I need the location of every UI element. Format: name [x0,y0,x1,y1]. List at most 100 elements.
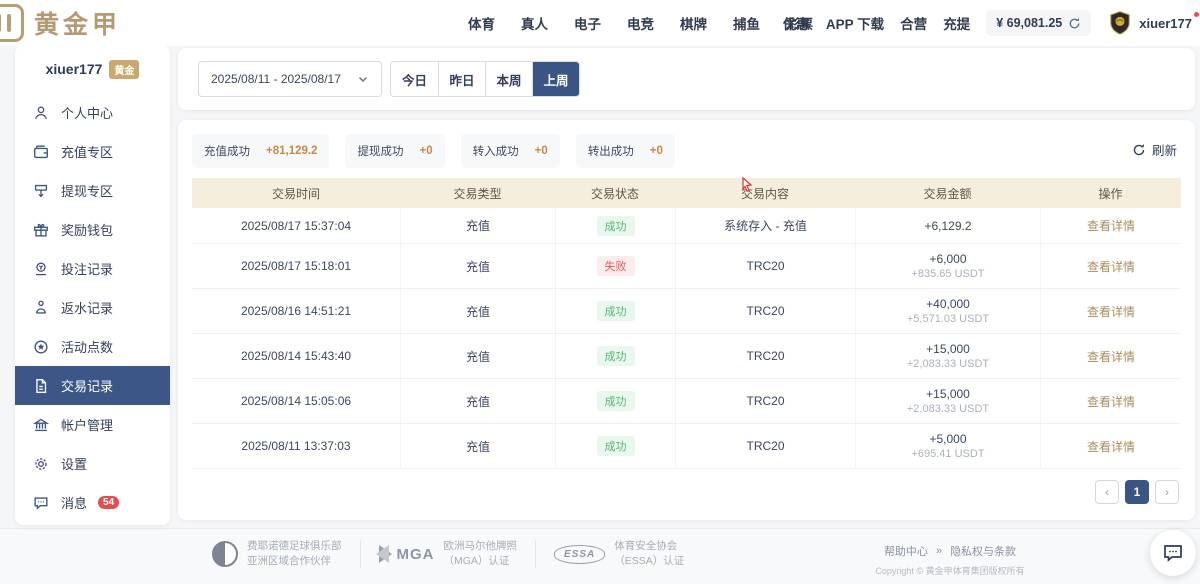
sidebar: xiuer177 黄金 个人中心 充值专区 提现专区 奖励钱包 投注记录 返水记… [15,45,170,525]
wallet-icon [31,142,50,161]
balance-amount: ¥ 69,081.25 [996,16,1062,30]
sidebar-item-label: 奖励钱包 [61,220,113,239]
link-app-download[interactable]: APP 下载 [826,13,884,33]
sidebar-item-label: 返水记录 [61,298,113,317]
sidebar-item-rebate-records[interactable]: 返水记录 [15,288,170,327]
prev-page-button[interactable]: ‹ [1095,480,1119,504]
sidebar-item-activity-points[interactable]: 活动点数 [15,327,170,366]
tab-today[interactable]: 今日 [391,62,438,96]
status-badge: 成功 [597,216,635,236]
view-details-link[interactable]: 查看详情 [1087,217,1135,234]
txn-amount-usdt: +695.41 USDT [911,448,984,460]
arrow-separator-icon: » [936,545,942,557]
main-nav: 体育 真人 电子 电竞 棋牌 捕鱼 彩票 [468,0,813,46]
sidebar-item-bet-records[interactable]: 投注记录 [15,249,170,288]
txn-amount: +40,000 [926,297,970,311]
bank-icon [31,415,50,434]
txn-amount: +5,000 [929,432,966,446]
nav-slots[interactable]: 电子 [574,13,601,33]
table-row: 2025/08/14 15:05:06 充值 成功 TRC20 +15,000+… [192,379,1181,424]
transactions-panel: 充值成功 +81,129.2 提现成功 +0 转入成功 +0 转出成功 +0 刷… [178,120,1195,520]
next-page-button[interactable]: › [1155,480,1179,504]
txn-amount-usdt: +835.65 USDT [911,268,984,280]
footer-divider [535,540,536,568]
refresh-button[interactable]: 刷新 [1132,140,1177,159]
customer-service-button[interactable] [1150,530,1196,576]
view-details-link[interactable]: 查看详情 [1087,303,1135,320]
sidebar-item-label: 交易记录 [61,376,113,395]
nav-sports[interactable]: 体育 [468,13,495,33]
partner-line2: 亚洲区域合作伙伴 [247,555,342,568]
stat-withdraw-success: 提现成功 +0 [345,134,444,168]
unread-count-badge: 54 [98,496,119,509]
col-header-status: 交易状态 [555,185,675,202]
table-row: 2025/08/17 15:18:01 充值 失败 TRC20 +6,000+8… [192,244,1181,289]
txn-time: 2025/08/11 13:37:03 [241,439,350,453]
sidebar-username: xiuer177 [46,61,103,77]
txn-time: 2025/08/14 15:05:06 [241,394,351,408]
sidebar-item-reward-wallet[interactable]: 奖励钱包 [15,210,170,249]
help-center-link[interactable]: 帮助中心 [884,543,928,559]
tab-last-week[interactable]: 上周 [532,62,579,96]
sidebar-item-settings[interactable]: 设置 [15,444,170,483]
stat-value: +0 [650,145,663,157]
partner-logos: 费耶诺德足球俱乐部 亚洲区域合作伙伴 MGA 欧洲马尔他牌照 （MGA）认证 E… [212,540,684,568]
txn-type: 充值 [466,303,490,320]
partner-line1: 体育安全协会 [614,540,684,553]
filter-bar: 2025/08/11 - 2025/08/17 今日 昨日 本周 上周 [178,48,1195,110]
privacy-terms-link[interactable]: 隐私权与条款 [950,543,1016,559]
logo-text: 黄金甲 [34,5,121,41]
txn-content: TRC20 [746,394,784,408]
partner-line2: （MGA）认证 [444,555,518,568]
logo-emblem-icon [0,4,24,42]
txn-type: 充值 [466,348,490,365]
partner-essa: ESSA 体育安全协会 （ESSA）认证 [554,540,684,568]
col-header-amount: 交易金额 [855,185,1040,202]
sidebar-item-transaction-records[interactable]: 交易记录 [15,366,170,405]
chat-icon [31,493,50,512]
stat-label: 提现成功 [357,143,403,159]
star-circle-icon [31,337,50,356]
txn-content: TRC20 [746,349,784,363]
link-promotions[interactable]: 优惠 [783,13,810,33]
site-logo[interactable]: 黄金甲 [0,4,121,42]
sidebar-item-withdraw[interactable]: 提现专区 [15,171,170,210]
page-1-button[interactable]: 1 [1125,480,1149,504]
tab-yesterday[interactable]: 昨日 [438,62,485,96]
link-deposit-withdraw[interactable]: 充提 [943,13,970,33]
view-details-link[interactable]: 查看详情 [1087,348,1135,365]
summary-stats: 充值成功 +81,129.2 提现成功 +0 转入成功 +0 转出成功 +0 [192,134,675,168]
nav-fishing[interactable]: 捕鱼 [733,13,760,33]
txn-amount: +6,129.2 [924,219,971,233]
mouse-cursor [742,177,753,192]
sidebar-item-account-management[interactable]: 帐户管理 [15,405,170,444]
txn-content: TRC20 [746,304,784,318]
view-details-link[interactable]: 查看详情 [1087,258,1135,275]
view-details-link[interactable]: 查看详情 [1087,438,1135,455]
chevron-down-icon [357,73,369,85]
bet-record-icon [31,259,50,278]
nav-live[interactable]: 真人 [521,13,548,33]
footer-links: 帮助中心 » 隐私权与条款 Copyright © 黄金甲体育集团版权所有 [855,543,1045,577]
nav-esports[interactable]: 电竞 [627,13,654,33]
user-menu[interactable]: xiuer177 [1107,10,1192,36]
stat-value: +0 [535,145,548,157]
sidebar-item-deposit[interactable]: 充值专区 [15,132,170,171]
sidebar-user: xiuer177 黄金 [15,45,170,85]
stat-transfer-out-success: 转出成功 +0 [576,134,675,168]
sidebar-item-messages[interactable]: 消息 54 [15,483,170,522]
link-affiliate[interactable]: 合营 [900,13,927,33]
date-range-select[interactable]: 2025/08/11 - 2025/08/17 [198,61,382,97]
stat-label: 转出成功 [588,143,634,159]
tab-this-week[interactable]: 本周 [485,62,532,96]
txn-amount: +15,000 [926,387,970,401]
balance-display[interactable]: ¥ 69,081.25 [986,10,1091,36]
view-details-link[interactable]: 查看详情 [1087,393,1135,410]
header-right: 优惠 APP 下载 合营 充提 ¥ 69,081.25 xiuer177 [783,0,1192,46]
table-row: 2025/08/11 13:37:03 充值 成功 TRC20 +5,000+6… [192,424,1181,469]
table-row: 2025/08/14 15:43:40 充值 成功 TRC20 +15,000+… [192,334,1181,379]
refresh-balance-icon[interactable] [1068,17,1081,30]
nav-cards[interactable]: 棋牌 [680,13,707,33]
txn-content: 系统存入 - 充值 [724,217,807,234]
sidebar-item-personal-center[interactable]: 个人中心 [15,93,170,132]
